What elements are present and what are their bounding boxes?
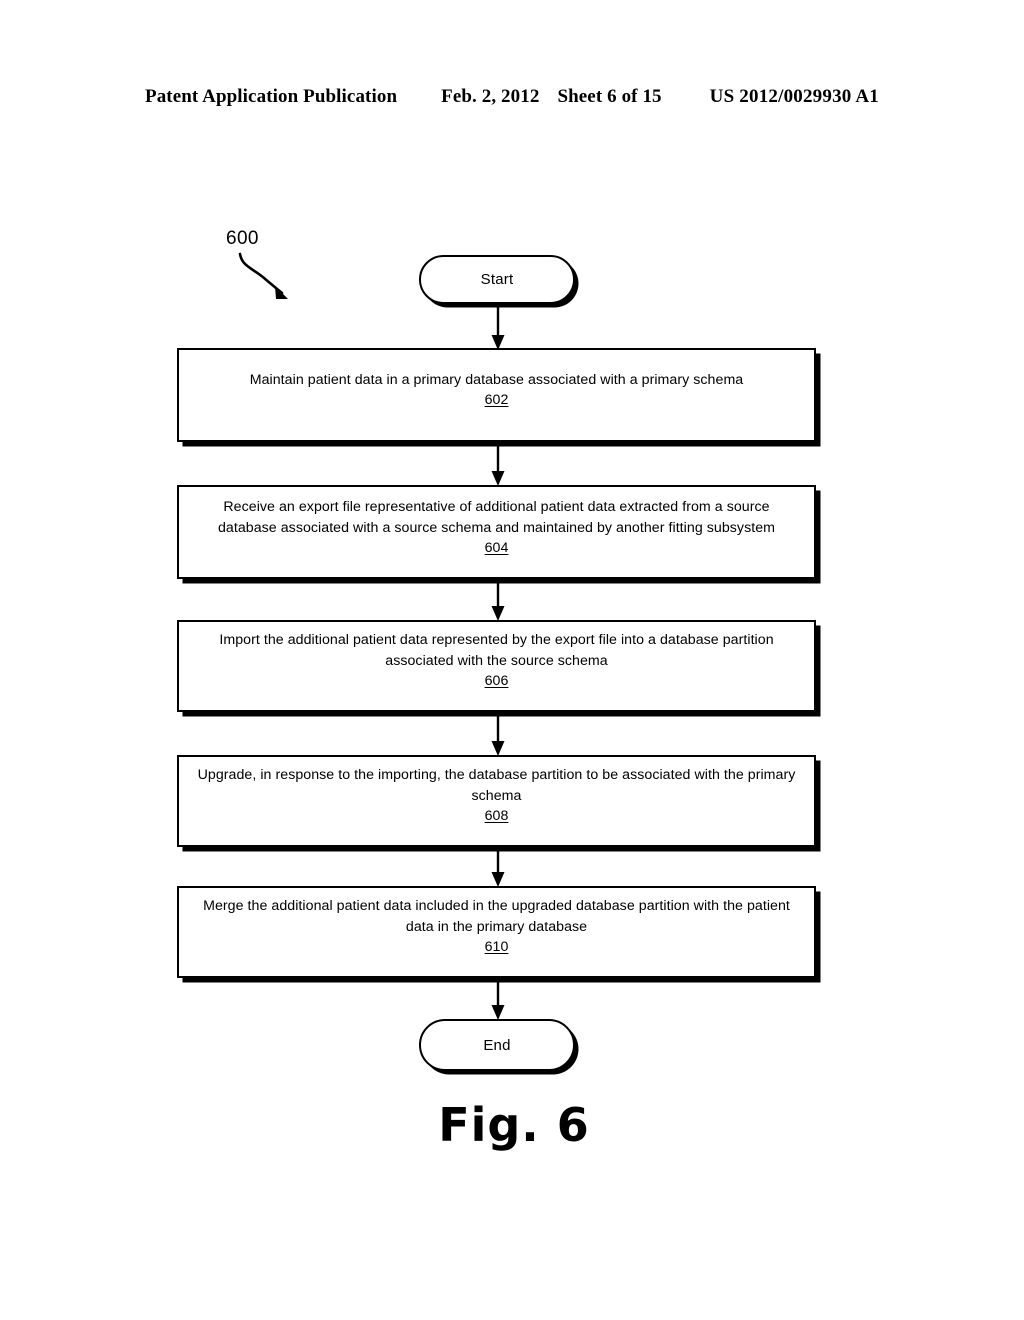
connector-602-to-604 [489,441,507,487]
figure-caption: Fig. 6 [438,1098,590,1152]
process-box-602-text: Maintain patient data in a primary datab… [249,371,744,388]
process-box-606: Import the additional patient data repre… [177,620,816,712]
end-node-label: End [483,1036,511,1054]
flowchart-start-node: Start [419,255,575,304]
process-box-606-text: Import the additional patient data repre… [219,632,774,669]
process-box-608-text: Upgrade, in response to the importing, t… [197,767,796,804]
reference-leader-arrow-icon [238,252,298,304]
process-box-608-ref: 608 [484,808,509,825]
process-box-606-ref: 606 [484,673,509,690]
connector-start-to-602 [489,303,507,351]
connector-604-to-606 [489,578,507,622]
process-box-608: Upgrade, in response to the importing, t… [177,755,816,847]
start-node-label: Start [480,271,514,288]
flowchart-figure: 600 Start Maintain patient data in a pri… [0,0,1024,1320]
process-box-610-content: Merge the additional patient data includ… [179,896,814,958]
connector-608-to-610 [489,846,507,888]
process-box-604-content: Receive an export file representative of… [179,497,814,559]
reference-numeral-600: 600 [226,228,259,249]
connector-606-to-608 [489,711,507,757]
process-box-608-content: Upgrade, in response to the importing, t… [179,765,814,827]
process-box-602: Maintain patient data in a primary datab… [177,348,816,442]
process-box-604: Receive an export file representative of… [177,485,816,579]
process-box-602-ref: 602 [484,392,509,408]
process-box-610: Merge the additional patient data includ… [177,886,816,978]
process-box-604-ref: 604 [484,540,509,557]
process-box-606-content: Import the additional patient data repre… [179,630,814,692]
process-box-604-text: Receive an export file representative of… [217,499,776,536]
process-box-602-content: Maintain patient data in a primary datab… [179,370,814,411]
process-box-610-ref: 610 [484,939,509,956]
process-box-610-text: Merge the additional patient data includ… [203,898,790,935]
connector-610-to-end [489,977,507,1021]
flowchart-end-node: End [419,1019,575,1071]
